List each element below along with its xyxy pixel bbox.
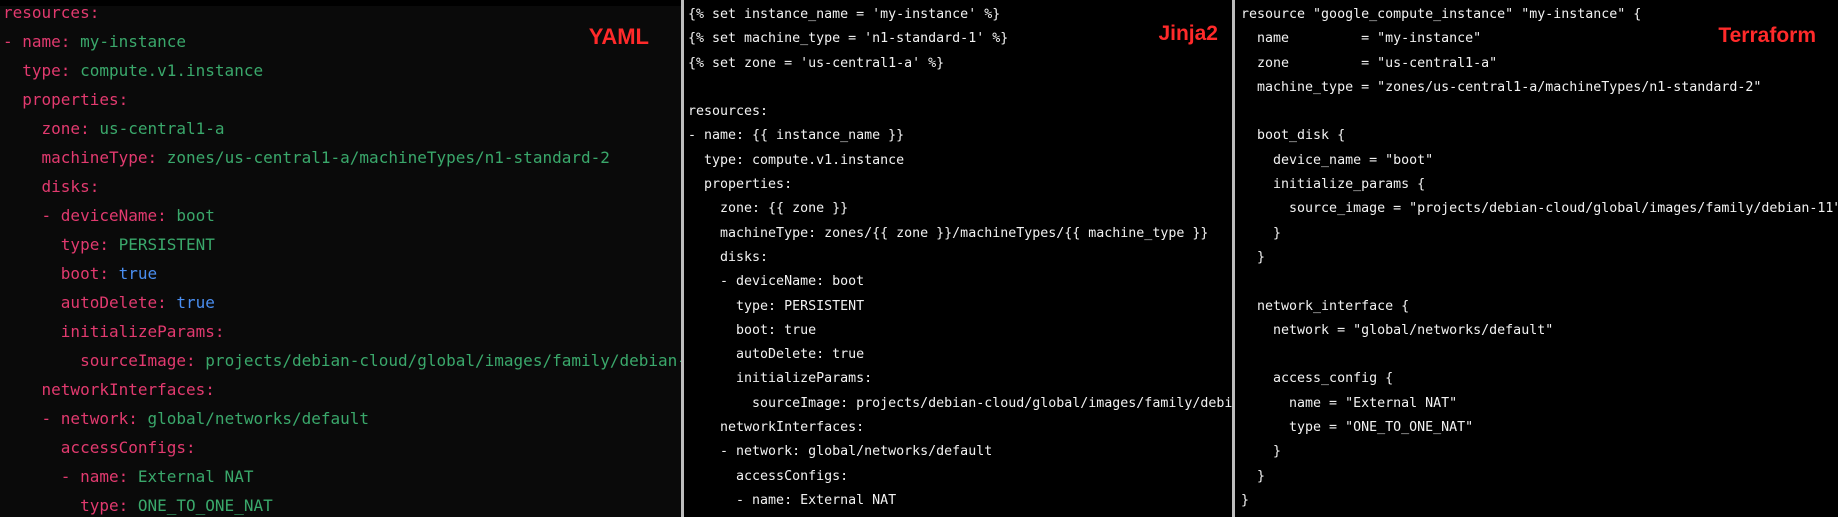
- jinja2-code-block: {% set instance_name = 'my-instance' %} {…: [688, 4, 1232, 517]
- yaml-value-token: boot: [176, 206, 215, 225]
- code-line: disks:: [3, 172, 681, 201]
- yaml-value-token: compute.v1.instance: [80, 61, 264, 80]
- comparison-screenshot: resources: - name: my-instance type: comp…: [0, 0, 1838, 517]
- code-line: zone: us-central1-a: [3, 114, 681, 143]
- code-line: accessConfigs:: [688, 468, 849, 484]
- code-line: type = "ONE_TO_ONE_NAT": [1241, 420, 1474, 436]
- yaml-key-token: type:: [3, 61, 81, 80]
- yaml-key-token: - name:: [3, 467, 138, 486]
- code-line: network = "global/networks/default": [1241, 322, 1554, 338]
- yaml-key-token: - name:: [3, 32, 81, 51]
- code-line: type: PERSISTENT: [3, 230, 681, 259]
- code-line: device_name = "boot": [1241, 152, 1434, 168]
- code-line: accessConfigs:: [3, 433, 681, 462]
- code-line: type: compute.v1.instance: [688, 152, 905, 168]
- yaml-key-token: type:: [3, 235, 119, 254]
- code-line: - name: my-instance: [3, 27, 681, 56]
- code-line: ​: [1241, 343, 1838, 367]
- yaml-value-token: External NAT: [137, 467, 254, 486]
- terraform-label: Terraform: [1718, 24, 1816, 47]
- code-line: source_image = "projects/debian-cloud/gl…: [1241, 201, 1838, 217]
- code-line: ​: [688, 76, 1232, 100]
- code-line: {% set instance_name = 'my-instance' %}: [688, 7, 1001, 22]
- code-line: autoDelete: true: [3, 288, 681, 317]
- code-line: machine_type = "zones/us-central1-a/mach…: [1241, 79, 1762, 95]
- code-line: - name: {{ instance_name }}: [688, 128, 905, 144]
- code-line: networkInterfaces:: [3, 375, 681, 404]
- yaml-key-token: accessConfigs:: [3, 438, 196, 457]
- code-line: sourceImage: projects/debian-cloud/globa…: [688, 395, 1232, 411]
- yaml-key-token: - deviceName:: [3, 206, 177, 225]
- yaml-value-token: my-instance: [80, 32, 187, 51]
- code-line: properties:: [3, 85, 681, 114]
- yaml-key-token: sourceImage:: [3, 351, 206, 370]
- terraform-code-block: resource "google_compute_instance" "my-i…: [1241, 4, 1838, 513]
- code-line: initializeParams:: [3, 317, 681, 346]
- code-line: ​: [1241, 270, 1838, 294]
- code-line: networkInterfaces:: [688, 420, 865, 436]
- code-line: autoDelete: true: [688, 347, 865, 363]
- code-line: machineType: zones/us-central1-a/machine…: [3, 143, 681, 172]
- code-line: network_interface {: [1241, 298, 1410, 314]
- yaml-code-panel: resources: - name: my-instance type: comp…: [0, 6, 681, 517]
- terraform-code-panel: resource "google_compute_instance" "my-i…: [1235, 4, 1838, 517]
- code-line: boot: true: [688, 322, 817, 338]
- yaml-value-token: true: [118, 264, 158, 283]
- yaml-key-token: networkInterfaces:: [3, 380, 215, 399]
- code-line: {% set zone = 'us-central1-a' %}: [688, 55, 945, 71]
- code-line: resources:: [3, 6, 681, 27]
- code-line: boot: true: [3, 259, 681, 288]
- yaml-key-token: disks:: [3, 177, 100, 196]
- yaml-value-token: ONE_TO_ONE_NAT: [137, 496, 273, 515]
- yaml-label: YAML: [588, 24, 649, 49]
- code-line: sourceImage: projects/debian-cloud/globa…: [3, 346, 681, 375]
- code-line: ​: [1241, 100, 1838, 124]
- yaml-code-block: resources: - name: my-instance type: comp…: [3, 6, 681, 517]
- code-line: - deviceName: boot: [3, 201, 681, 230]
- code-line: }: [1241, 444, 1282, 460]
- code-line: access_config {: [1241, 371, 1394, 387]
- yaml-value-token: global/networks/default: [147, 409, 370, 428]
- yaml-key-token: initializeParams:: [3, 322, 225, 341]
- code-line: resources:: [688, 104, 769, 120]
- code-line: type: ONE_TO_ONE_NAT: [3, 491, 681, 517]
- code-line: type: compute.v1.instance: [3, 56, 681, 85]
- yaml-key-token: machineType:: [3, 148, 167, 167]
- yaml-value-token: projects/debian-cloud/global/images/fami…: [205, 351, 681, 370]
- yaml-key-token: autoDelete:: [3, 293, 177, 312]
- code-line: machineType: zones/{{ zone }}/machineTyp…: [688, 225, 1209, 241]
- code-line: - deviceName: boot: [688, 274, 865, 290]
- code-line: - network: global/networks/default: [688, 444, 993, 460]
- jinja2-label: Jinja2: [1158, 22, 1218, 45]
- yaml-key-token: - network:: [3, 409, 148, 428]
- code-line: - network: global/networks/default: [3, 404, 681, 433]
- code-line: properties:: [688, 177, 793, 193]
- jinja2-code-panel: {% set instance_name = 'my-instance' %} {…: [684, 4, 1232, 517]
- code-line: - name: External NAT: [3, 462, 681, 491]
- code-line: {% set machine_type = 'n1-standard-1' %}: [688, 31, 1009, 47]
- code-line: disks:: [688, 249, 769, 265]
- code-line: initializeParams:: [688, 371, 873, 387]
- yaml-value-token: us-central1-a: [99, 119, 225, 138]
- yaml-value-token: PERSISTENT: [118, 235, 215, 254]
- yaml-key-token: properties:: [3, 90, 129, 109]
- code-line: type: ONE_TO_ONE_NAT: [688, 513, 1232, 517]
- code-line: }: [1241, 492, 1250, 508]
- code-line: zone: {{ zone }}: [688, 201, 849, 217]
- code-line: }: [1241, 468, 1266, 484]
- yaml-value-token: true: [176, 293, 215, 312]
- yaml-key-token: resources:: [3, 6, 100, 22]
- yaml-value-token: zones/us-central1-a/machineTypes/n1-stan…: [166, 148, 610, 167]
- code-line: boot_disk {: [1241, 128, 1346, 144]
- code-line: }: [1241, 225, 1282, 241]
- yaml-key-token: boot:: [3, 264, 119, 283]
- code-line: zone = "us-central1-a": [1241, 55, 1498, 71]
- yaml-key-token: zone:: [3, 119, 100, 138]
- code-line: name = "External NAT": [1241, 395, 1458, 411]
- code-line: - name: External NAT: [688, 492, 897, 508]
- code-line: }: [1241, 249, 1266, 265]
- code-line: initialize_params {: [1241, 177, 1426, 193]
- code-line: type: PERSISTENT: [688, 298, 865, 314]
- yaml-key-token: type:: [3, 496, 138, 515]
